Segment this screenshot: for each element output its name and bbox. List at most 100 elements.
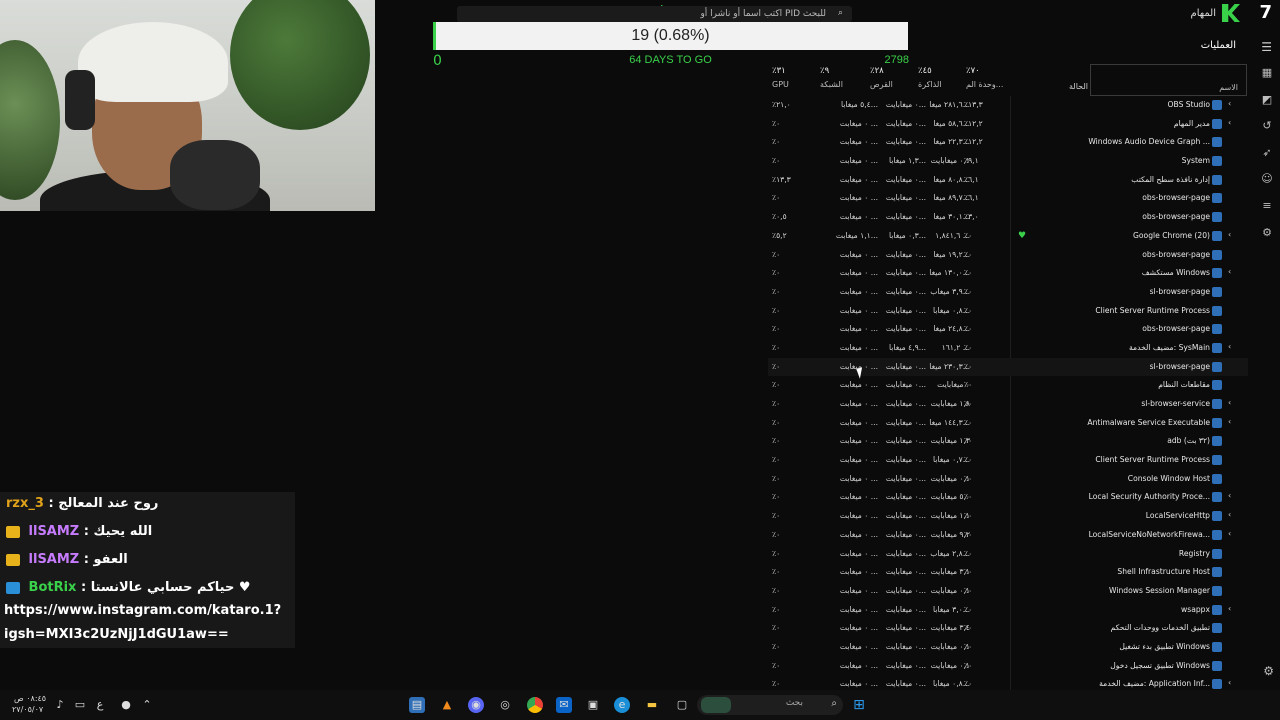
table-row[interactable]: ٪٠ ٠ ميغابت ... ٠ ميغابايت... ٢٣٠,٣ ميغا...… (768, 357, 1248, 377)
app-history-icon[interactable]: ↺ (1254, 113, 1280, 140)
expand-chevron-icon[interactable]: ‹ (1228, 491, 1231, 500)
store-icon[interactable]: ▣ (585, 697, 601, 713)
table-row[interactable]: ٪٠ ٠ ميغابت ... ٠ ميغابايت... ٠ ميغابايت ٪٠ م… (768, 376, 1248, 395)
gpu-cell: ٪٥,٢ (772, 230, 787, 240)
discord-icon[interactable]: ◉ (468, 697, 484, 713)
table-row[interactable]: ٪٠ ٠ ميغابت ... ٠ ميغابايت... ٠,٧ ميغابا...… (768, 451, 1248, 470)
details-icon[interactable]: ≡ (1254, 193, 1280, 220)
process-icon (1212, 212, 1222, 223)
table-row[interactable]: ٪٠ ٠ ميغابت ... ٠ ميغابايت... ٣,٤ ميغابايت ٪… (768, 619, 1248, 638)
vlc-icon[interactable]: ▲ (439, 697, 455, 713)
expand-chevron-icon[interactable]: ‹ (1228, 678, 1231, 687)
table-row[interactable]: ٪١٣,٣ ٠ ميغابت ... ٠ ميغابايت... ٨٠,٨ ميغا.… (768, 171, 1248, 190)
table-row[interactable]: ٪٠ ٠ ميغابت ... ٠ ميغابايت... ٥,٠ ميغابايت ٪… (768, 488, 1248, 507)
edge-icon[interactable]: e (614, 697, 630, 713)
table-row[interactable]: ٪٠ ٠ ميغابت ... ٠ ميغابايت... ٣,٩ ميغاب... ٪… (768, 283, 1248, 302)
table-row[interactable]: ٪٠ ٠ ميغابت ... ٠ ميغابايت... ٠,١ ميغابايت ٪… (768, 657, 1248, 676)
memory-cell: ٣,٩ ميغاب... (930, 286, 970, 296)
task-manager-taskbar-icon[interactable]: ▤ (409, 697, 425, 713)
services-icon[interactable]: ⚙ (1254, 220, 1280, 247)
taskview-icon[interactable]: ▢ (674, 697, 690, 713)
column-network[interactable]: ٪٩ الشبكة (820, 66, 866, 96)
table-row[interactable]: ٪٠ ٠ ميغابت ... ٠ ميغابايت... ٨٩,٧ ميغا... ٪… (768, 189, 1248, 208)
file-explorer-icon[interactable]: ▬ (644, 697, 660, 713)
column-disk[interactable]: ٪٢٨ القرص (870, 66, 916, 96)
settings-icon[interactable]: ⚙ (1263, 664, 1274, 678)
cpu-cell: ٪٠ (964, 679, 973, 689)
table-row[interactable]: ٪٠ ٠ ميغابت ... ٠ ميغابايت... ٢٢,٣ ميغا... ٪… (768, 133, 1248, 152)
table-row[interactable]: ٪٠ ٠ ميغابت ... ٠ ميغابايت... ٠,٨ ميغابا...… (768, 302, 1248, 321)
chat-username: rzx_3 (6, 496, 44, 511)
column-cpu[interactable]: ٪٧٠ وحدة الم... (966, 66, 1014, 96)
expand-chevron-icon[interactable]: ‹ (1228, 230, 1231, 239)
table-row[interactable]: ٪٠ ٠ ميغابت ... ٠ ميغابايت... ١,١ ميغابايت ٪… (768, 507, 1248, 526)
memory-cell: ٠,٨ ميغابا... (932, 679, 970, 689)
process-icon (1212, 548, 1222, 559)
process-icon (1212, 193, 1222, 204)
table-row[interactable]: ٪٠,٥ ٠ ميغابت ... ٠ ميغابايت... ٣٠,١ ميغا..… (768, 208, 1248, 227)
search-input[interactable]: اكتب اسما أو ناشرا أو PID للبحث (457, 6, 852, 22)
taskbar-search[interactable]: بحث ⌕ (697, 695, 843, 715)
process-icon (1212, 604, 1222, 615)
chrome-icon[interactable] (527, 697, 543, 713)
table-row[interactable]: ٪٠ ٠ ميغابت ... ٠ ميغابايت... ١٩,٢ ميغا... ٪… (768, 246, 1248, 265)
search-highlight-art (701, 697, 731, 713)
expand-chevron-icon[interactable]: ‹ (1228, 604, 1231, 613)
table-row[interactable]: ٪٠ ٠ ميغابت ... ٠ ميغابايت... ٠,١ ميغابايت ٪… (768, 470, 1248, 489)
outlook-icon[interactable]: ✉ (556, 697, 572, 713)
performance-icon[interactable]: ◩ (1254, 87, 1280, 114)
gpu-cell: ٪٠ (772, 324, 781, 334)
cpu-cell: ٪٠ (964, 455, 973, 465)
expand-chevron-icon[interactable]: ‹ (1228, 529, 1231, 538)
process-icon (1212, 137, 1222, 148)
table-row[interactable]: ٪٥,٢ ١,١ ميغابت... ٠,٣ ميغابا... ١,٨٤١,٦ ..… (768, 227, 1248, 246)
goal-days-left: 64 DAYS TO GO (629, 54, 712, 66)
memory-cell: ٥٨,٦ ميغا... (933, 118, 970, 128)
column-memory[interactable]: ٪٤٥ الذاكرة (918, 66, 964, 96)
table-row[interactable]: ٪٢١,٠ ٥,٤ ميغابا... ٠ ميغابايت... ٢٨١,٦ ميغ… (768, 96, 1248, 115)
expand-chevron-icon[interactable]: ‹ (1228, 342, 1231, 351)
clock-time[interactable]: ٠٨:٤٥ ص (14, 694, 46, 703)
table-row[interactable]: ٪٠ ٠ ميغابت ... ٠ ميغابايت... ٢,٨ ميغاب... ٪… (768, 545, 1248, 564)
table-row[interactable]: ٪٠ ٠ ميغابت ... ٠ ميغابايت... ١٣٠,٠ ميغا...… (768, 264, 1248, 283)
table-row[interactable]: ٪٠ ٠ ميغابت ... ٠ ميغابايت... ١٤٤,٣ ميغا...… (768, 414, 1248, 433)
users-icon[interactable]: ☺ (1254, 166, 1280, 193)
table-row[interactable]: ٪٠ ٠ ميغابت ... ٠ ميغابايت... ٥٨,٦ ميغا... ٪… (768, 115, 1248, 134)
startup-icon[interactable]: ➶ (1254, 140, 1280, 167)
gpu-cell: ٪٠ (772, 361, 781, 371)
expand-chevron-icon[interactable]: ‹ (1228, 398, 1231, 407)
gpu-cell: ٪٠ (772, 511, 781, 521)
table-row[interactable]: ٪٠ ٠ ميغابت ... ٤,٩ ميغابا... ١٦١,٢ ... ٪٠ مض… (768, 339, 1248, 358)
table-row[interactable]: ٪٠ ٠ ميغابت ... ٠ ميغابايت... ١,٨ ميغابايت ٪… (768, 395, 1248, 414)
table-row[interactable]: ٪٠ ٠ ميغابت ... ١,٣ ميغابا... ٠,١ ميغابايت ٪… (768, 152, 1248, 171)
expand-chevron-icon[interactable]: ‹ (1228, 417, 1231, 426)
obs-icon[interactable]: ◎ (497, 697, 513, 713)
table-row[interactable]: ٪٠ ٠ ميغابت ... ٠ ميغابايت... ٣,٠ ميغابا...… (768, 601, 1248, 620)
process-icon (1212, 623, 1222, 634)
process-list: ٪٢١,٠ ٥,٤ ميغابا... ٠ ميغابايت... ٢٨١,٦ ميغ… (768, 96, 1248, 694)
memory-cell: ٨٠,٨ ميغا... (933, 174, 970, 184)
mic-icon[interactable]: ● (118, 697, 134, 713)
processes-icon[interactable]: ▦ (1254, 60, 1280, 87)
table-row[interactable]: ٪٠ ٠ ميغابت ... ٠ ميغابايت... ٠,١ ميغابايت ٪… (768, 638, 1248, 657)
expand-chevron-icon[interactable]: ‹ (1228, 99, 1231, 108)
cpu-cell: ٪٠ (964, 417, 973, 427)
expand-chevron-icon[interactable]: ‹ (1228, 118, 1231, 127)
table-row[interactable]: ٪٠ ٠ ميغابت ... ٠ ميغابايت... ٣,١ ميغابايت ٪… (768, 563, 1248, 582)
start-icon[interactable]: ⊞ (851, 697, 867, 713)
tray-chevron-icon[interactable]: ⌃ (139, 697, 155, 713)
column-gpu[interactable]: ٪٣١ GPU (772, 66, 812, 96)
expand-chevron-icon[interactable]: ‹ (1228, 510, 1231, 519)
expand-chevron-icon[interactable]: ‹ (1228, 267, 1231, 276)
menu-icon[interactable]: ☰ (1261, 40, 1272, 54)
table-row[interactable]: ٪٠ ٠ ميغابت ... ٠ ميغابايت... ١,٣ ميغابايت ٪… (768, 432, 1248, 451)
table-row[interactable]: ٪٠ ٠ ميغابت ... ٠ ميغابايت... ٠,١ ميغابايت ٪… (768, 582, 1248, 601)
language-indicator[interactable]: ع (92, 697, 108, 713)
volume-icon[interactable]: ♪ (52, 697, 68, 713)
network-icon[interactable]: ▭ (72, 697, 88, 713)
table-row[interactable]: ٪٠ ٠ ميغابت ... ٠ ميغابايت... ٩,٢ ميغابايت ٪… (768, 526, 1248, 545)
clock-date[interactable]: ٢٧/٠٥/٠٧ (12, 705, 43, 714)
table-row[interactable]: ٪٠ ٠ ميغابت ... ٠ ميغابايت... ٢٤,٨ ميغا... ٪… (768, 320, 1248, 339)
gpu-cell: ٪٠ (772, 567, 781, 577)
gpu-cell: ٪١٣,٣ (772, 174, 791, 184)
